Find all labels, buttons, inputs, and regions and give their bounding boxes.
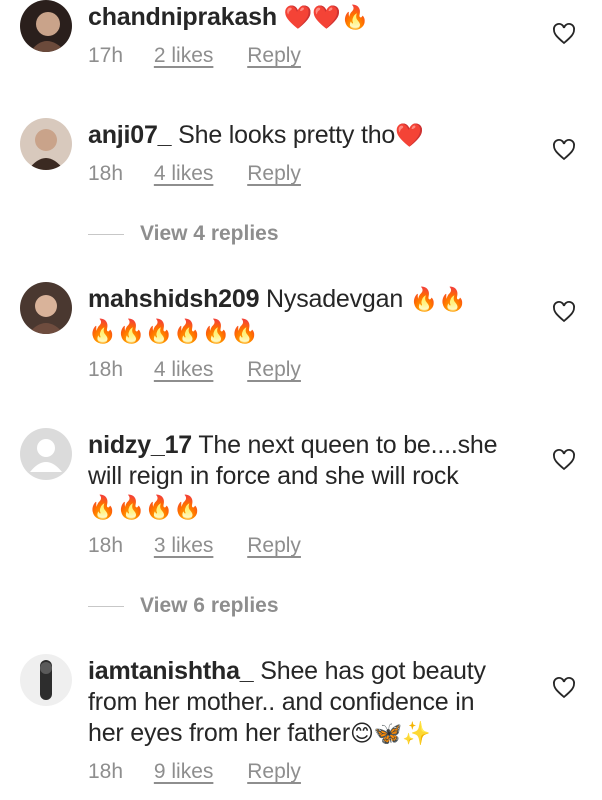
likes-link[interactable]: 9 likes <box>154 760 214 784</box>
view-replies-label: View 4 replies <box>140 222 279 245</box>
like-heart-icon[interactable] <box>552 300 576 324</box>
avatar[interactable] <box>20 0 72 52</box>
username[interactable]: mahshidsh209 <box>88 285 259 313</box>
comment-meta: 18h 9 likes Reply <box>88 760 528 784</box>
reply-button[interactable]: Reply <box>247 44 301 68</box>
comment-body-line2: from her mother.. and confidence in <box>88 688 475 716</box>
view-replies-button[interactable]: View 4 replies <box>88 222 279 246</box>
likes-link[interactable]: 4 likes <box>154 358 214 382</box>
emoji-text: ❤️❤️🔥 <box>283 5 370 31</box>
emoji-text: 😊🦋✨ <box>350 721 431 747</box>
reply-button[interactable]: Reply <box>247 162 301 186</box>
like-heart-icon[interactable] <box>552 676 576 700</box>
comment-text: chandniprakash ❤️❤️🔥 <box>88 2 528 34</box>
view-replies-label: View 6 replies <box>140 594 279 617</box>
like-heart-icon[interactable] <box>552 22 576 46</box>
comment-body: The next queen to be....she <box>198 431 498 459</box>
emoji-text: ❤️ <box>395 123 424 149</box>
username[interactable]: nidzy_17 <box>88 431 192 459</box>
timestamp: 18h <box>88 358 124 381</box>
emoji-text: 🔥🔥🔥🔥🔥🔥 <box>88 319 259 345</box>
likes-link[interactable]: 4 likes <box>154 162 214 186</box>
emoji-text: 🔥🔥🔥🔥 <box>88 495 202 521</box>
divider <box>88 233 124 235</box>
comment-body-line3: her eyes from her father <box>88 719 350 747</box>
comment-meta: 18h 4 likes Reply <box>88 358 528 382</box>
timestamp: 17h <box>88 44 124 67</box>
avatar-placeholder[interactable] <box>20 428 72 480</box>
comment-text: iamtanishtha_ Shee has got beauty from h… <box>88 656 528 750</box>
comment-meta: 18h 4 likes Reply <box>88 162 528 186</box>
comment-body: She looks pretty tho <box>178 121 396 149</box>
comment-body-line2: will reign in force and she will rock <box>88 462 459 490</box>
comment-text: mahshidsh209 Nysadevgan 🔥🔥 🔥🔥🔥🔥🔥🔥 <box>88 284 528 348</box>
timestamp: 18h <box>88 760 124 783</box>
timestamp: 18h <box>88 162 124 185</box>
comment-meta: 17h 2 likes Reply <box>88 44 528 68</box>
view-replies-button[interactable]: View 6 replies <box>88 594 279 618</box>
comment-text: anji07_ She looks pretty tho❤️ <box>88 120 528 152</box>
username[interactable]: anji07_ <box>88 121 172 149</box>
likes-link[interactable]: 3 likes <box>154 534 214 558</box>
like-heart-icon[interactable] <box>552 448 576 472</box>
username[interactable]: iamtanishtha_ <box>88 657 254 685</box>
comment-meta: 18h 3 likes Reply <box>88 534 528 558</box>
comment-text: nidzy_17 The next queen to be....she wil… <box>88 430 528 524</box>
emoji-text: 🔥🔥 <box>409 287 467 313</box>
like-heart-icon[interactable] <box>552 138 576 162</box>
timestamp: 18h <box>88 534 124 557</box>
comment-body: Shee has got beauty <box>260 657 486 685</box>
comment-body: Nysadevgan <box>266 285 404 313</box>
reply-button[interactable]: Reply <box>247 358 301 382</box>
username[interactable]: chandniprakash <box>88 3 277 31</box>
avatar[interactable] <box>20 282 72 334</box>
reply-button[interactable]: Reply <box>247 760 301 784</box>
likes-link[interactable]: 2 likes <box>154 44 214 68</box>
avatar[interactable] <box>20 118 72 170</box>
avatar[interactable] <box>20 654 72 706</box>
reply-button[interactable]: Reply <box>247 534 301 558</box>
divider <box>88 605 124 607</box>
